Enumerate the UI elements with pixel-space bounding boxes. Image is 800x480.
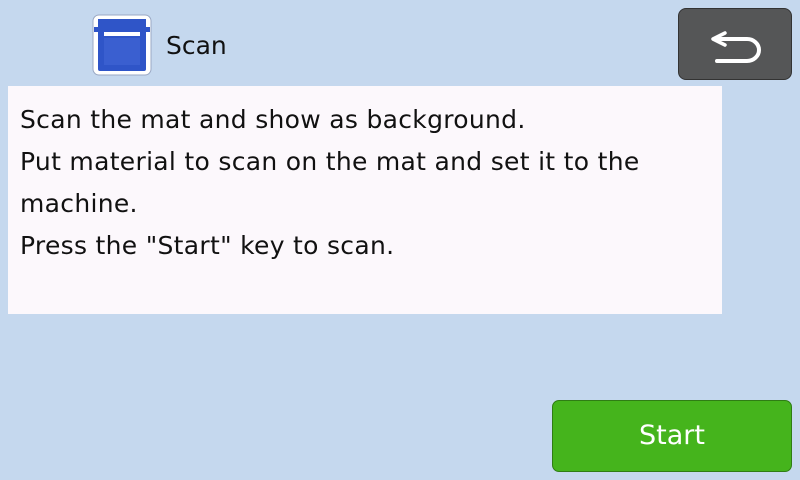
message-line: Press the "Start" key to scan. [20,231,395,260]
header-icon [92,14,152,76]
page-title: Scan [166,31,227,60]
start-button[interactable]: Start [552,400,792,472]
return-arrow-icon [711,31,761,63]
message-panel: Scan the mat and show as background. Put… [8,86,722,314]
scanner-icon [92,14,152,76]
back-button[interactable] [678,8,792,80]
message-line: Put material to scan on the mat and set … [20,147,640,176]
message-line: machine. [20,189,138,218]
message-line: Scan the mat and show as background. [20,105,526,134]
